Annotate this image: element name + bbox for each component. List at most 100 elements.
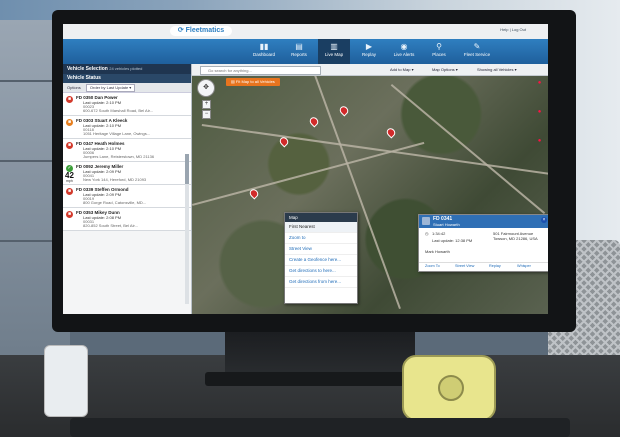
top-bar: ⟳ Fleetmatics Help | Log Out [63, 24, 548, 40]
replay-link[interactable]: Replay [489, 264, 501, 268]
vehicle-address: 800 Gorge Road, Catonsville, MD... [83, 200, 147, 205]
add-to-map-menu[interactable]: Add to Map ▾ [390, 67, 414, 72]
top-links[interactable]: Help | Log Out [500, 27, 526, 32]
popup-driver: Stuart Howarth [433, 222, 460, 227]
vehicle-marker[interactable] [337, 104, 351, 117]
options-label[interactable]: Options [67, 85, 81, 90]
vehicle-list: ■ FD 0350 Dan Power Last update: 2:10 PM 00… [63, 93, 191, 231]
vehicle-status-header[interactable]: Vehicle Status [63, 74, 191, 83]
vehicle-address: New York 144, Hereford, MD 21093 [83, 177, 147, 182]
brand-name: Fleetmatics [185, 27, 225, 34]
alert-pin-icon[interactable]: ● [536, 109, 543, 116]
map-options-menu[interactable]: Map Options ▾ [432, 67, 458, 72]
pan-control[interactable]: ✥ [197, 79, 215, 97]
dashboard-icon: ▮▮ [259, 42, 269, 51]
vehicle-marker[interactable] [307, 115, 321, 128]
showing-vehicles-menu[interactable]: Showing all Vehicles ▾ [477, 67, 517, 72]
vehicle-marker[interactable] [384, 126, 398, 139]
vehicle-list-item[interactable]: ■ FD 0353 Mikey Dunn Last update: 2:08 PM 0… [63, 208, 191, 231]
vehicle-popup: FD 0341 Stuart Howarth × ◷ 1:34:42 Last … [418, 214, 548, 272]
context-menu-item[interactable]: Get directions to here... [285, 266, 357, 277]
scrollbar-thumb[interactable] [185, 154, 189, 184]
fit-map-button[interactable]: ▤ Fit Map to all Vehicles [226, 78, 280, 86]
nav-reports[interactable]: ▤ Reports [283, 39, 315, 64]
nav-places[interactable]: ⚲ Places [423, 39, 455, 64]
live-map[interactable]: ⚲ Go search for anything... Add to Map ▾… [192, 64, 548, 314]
wrench-icon: ✎ [473, 42, 481, 51]
vehicle-list-item[interactable]: ■ FD 0350 Dan Power Last update: 2:10 PM 00… [63, 93, 191, 116]
driver-avatar-icon [422, 217, 430, 225]
nav-label: Replay [361, 52, 376, 57]
popup-body: ◷ 1:34:42 Last update: 12:38 PM 501 Fair… [419, 228, 548, 258]
context-menu-item[interactable]: Zoom to [285, 233, 357, 244]
vehicle-list-item[interactable]: ■ FD 0347 Heath Holmes Last update: 2:10 P… [63, 139, 191, 162]
nav-dashboard[interactable]: ▮▮ Dashboard [248, 39, 280, 64]
main-nav: ▮▮ Dashboard ▤ Reports ▥ Live Map ▶ Replay ◉… [63, 39, 548, 64]
map-icon: ▥ [330, 42, 338, 51]
vehicle-address: 1051 Heritage Village Lane, Owings... [83, 131, 151, 136]
nav-live-map[interactable]: ▥ Live Map [318, 39, 350, 64]
vehicle-status-icon: ■ [66, 119, 73, 126]
sort-value: Order by Last Update [89, 85, 129, 90]
vehicle-status-icon: ■ [66, 188, 73, 195]
showing-label: Showing all Vehicles [477, 67, 514, 72]
map-search-input[interactable]: Go search for anything... [200, 66, 321, 75]
context-menu-title: Map [285, 213, 357, 222]
popup-actions: Zoom To Street View Replay Whisper [419, 262, 548, 271]
keyboard [70, 418, 570, 437]
alert-icon: ◉ [400, 42, 408, 51]
context-menu-item[interactable]: First Nearest [285, 222, 357, 233]
context-menu-item[interactable]: Street View [285, 244, 357, 255]
reports-icon: ▤ [295, 42, 303, 51]
alert-pin-icon[interactable]: ● [536, 80, 543, 87]
context-menu-item[interactable]: Get directions from here... [285, 277, 357, 288]
whisper-link[interactable]: Whisper [517, 264, 531, 268]
nav-live-alerts[interactable]: ◉ Live Alerts [388, 39, 420, 64]
sort-select[interactable]: Order by Last Update ▾ [85, 84, 136, 92]
vehicle-status-icon: ■ [66, 142, 73, 149]
vehicle-list-item[interactable]: ■ FD 0303 Stuart A Kleeck Last update: 2:1… [63, 116, 191, 139]
popup-last-update: Last update: 12:38 PM [432, 238, 473, 243]
logo-icon: ⟳ [177, 27, 186, 34]
speed-unit: mph [66, 179, 73, 183]
nav-label: Live Alerts [393, 52, 415, 57]
vehicle-list-item[interactable]: ■ FD 0339 Steffen Ormond Last update: 2:09… [63, 185, 191, 208]
map-toolbar: ⚲ Go search for anything... Add to Map ▾… [192, 64, 548, 76]
sidebar-title: Vehicle Selection [67, 66, 108, 72]
vehicle-list-item[interactable]: ✓ FD 0092 Jeremy Miller 42 mph Last update: … [63, 162, 191, 185]
vehicle-sidebar: Vehicle Selection 24 vehicles plotted Ve… [63, 64, 192, 314]
popup-address: 501 Fairmount Avenue Towson, MD 21286, U… [493, 231, 538, 241]
add-to-map-label: Add to Map [390, 67, 411, 72]
vehicle-address: Jumpers Lane, Reisterstown, MD 21136 [83, 154, 155, 159]
street-view-link[interactable]: Street View [455, 264, 474, 268]
alert-pin-icon[interactable]: ● [536, 138, 543, 145]
options-bar: Options Order by Last Update ▾ [63, 83, 191, 93]
sidebar-scrollbar[interactable] [185, 154, 189, 304]
nav-label: Fleet Service [463, 52, 491, 57]
context-menu-item[interactable]: Create a Geofence here... [285, 255, 357, 266]
nav-replay[interactable]: ▶ Replay [353, 39, 385, 64]
monitor-base [205, 372, 435, 386]
zoom-to-link[interactable]: Zoom To [425, 264, 440, 268]
zoom-out-button[interactable]: − [202, 110, 211, 119]
vehicle-selection-header[interactable]: Vehicle Selection 24 vehicles plotted [63, 64, 191, 74]
popup-driver-line: Mark Howarth [425, 249, 450, 254]
map-road [390, 84, 546, 215]
zoom-in-button[interactable]: + [202, 100, 211, 109]
vehicle-status-icon: ■ [66, 96, 73, 103]
tape-measure-hub [438, 375, 464, 401]
tape-measure [402, 355, 496, 421]
app-screen: ⟳ Fleetmatics Help | Log Out ▮▮ Dashboard… [63, 24, 548, 314]
nav-label: Dashboard [252, 52, 275, 57]
nav-label: Live Map [324, 52, 344, 57]
map-road [201, 124, 548, 177]
map-road [192, 141, 425, 206]
vehicle-status-icon: ■ [66, 211, 73, 218]
vehicle-address: 600-672 South Marshall Road, Bel Air... [83, 108, 154, 113]
play-icon: ▶ [365, 42, 373, 51]
map-context-menu: Map First Nearest Zoom to Street View Cr… [284, 212, 358, 304]
nav-fleet-service[interactable]: ✎ Fleet Service [458, 39, 496, 64]
popup-header: FD 0341 Stuart Howarth × [419, 215, 548, 228]
brand-logo[interactable]: ⟳ Fleetmatics [170, 26, 232, 36]
close-icon[interactable]: × [541, 217, 547, 223]
